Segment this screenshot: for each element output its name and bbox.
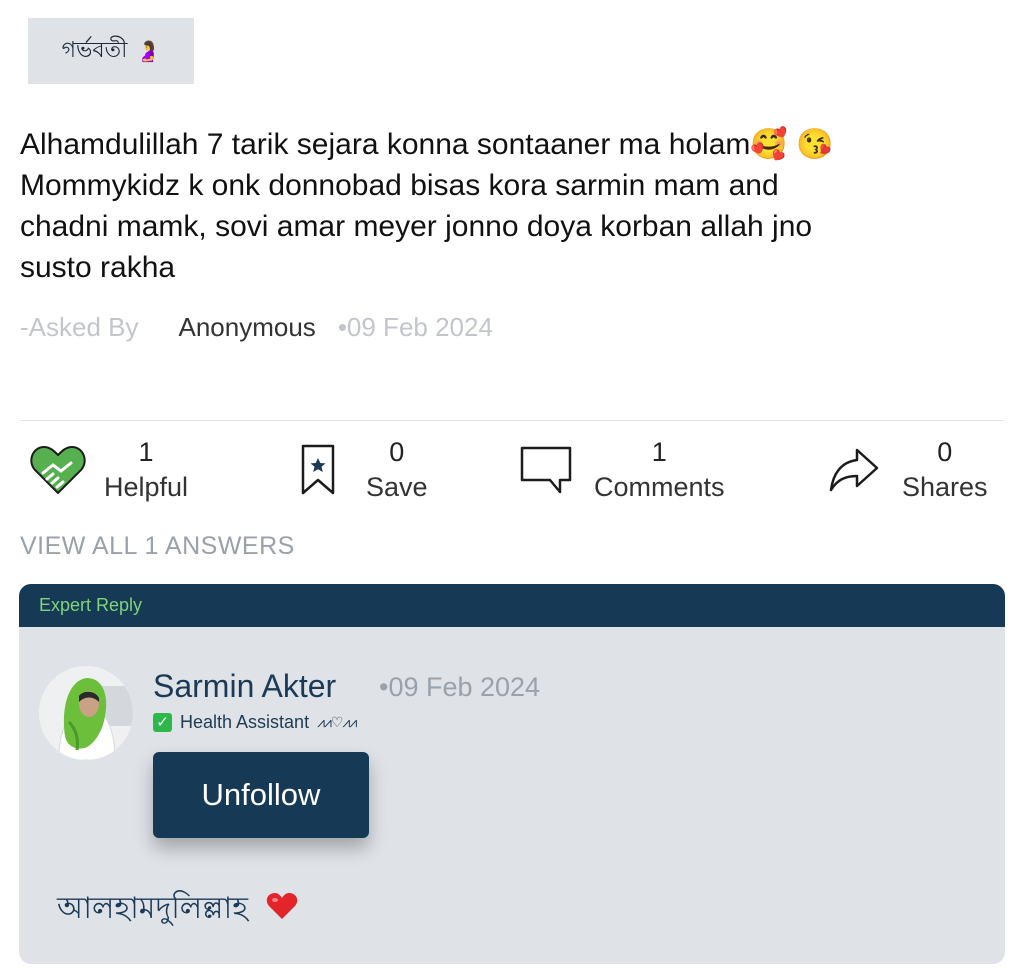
handshake-heart-icon [28,440,88,500]
comments-count: 1 [651,437,667,467]
red-heart-icon [266,891,298,929]
save-count: 0 [389,437,405,467]
post-line: chadni mamk, sovi amar meyer jonno doya … [20,210,813,243]
post-line: Alhamdulillah 7 tarik sejara konna sonta… [20,128,834,161]
helpful-button[interactable]: 1 Helpful [28,430,188,510]
post-body: Alhamdulillah 7 tarik sejara konna sonta… [20,124,1000,288]
author-name[interactable]: Anonymous [179,312,316,343]
heartbeat-decoration: ⩘⩘♡⩘⩘ [317,714,357,731]
post-date: •09 Feb 2024 [337,311,493,342]
save-label: Save [366,472,428,502]
helpful-count: 1 [138,437,154,467]
pregnant-emoji-icon: 🤰 [135,39,161,63]
expert-reply-card: Expert Reply Sarmin Akter •09 Feb 2024 ✓… [19,584,1005,964]
unfollow-button[interactable]: Unfollow [153,752,369,838]
divider [20,420,1004,421]
helpful-label: Helpful [104,472,189,502]
expert-answer: আলহামদুলিল্লাহ [57,884,298,935]
expert-role: ✓ Health Assistant ⩘⩘♡⩘⩘ [153,712,357,733]
expert-role-label: Health Assistant [180,712,310,732]
share-button[interactable]: 0 Shares [824,430,988,510]
bookmark-star-icon [288,440,348,500]
post-line: susto rakha [20,251,176,284]
comment-bubble-icon [516,440,576,500]
shares-count: 0 [937,437,953,467]
share-arrow-icon [824,440,884,500]
save-button[interactable]: 0 Save [288,430,428,510]
comments-label: Comments [594,472,725,502]
view-all-answers-link[interactable]: VIEW ALL 1 ANSWERS [20,532,295,561]
expert-reply-header: Expert Reply [19,584,1005,627]
shares-label: Shares [902,472,988,502]
expert-name[interactable]: Sarmin Akter [153,668,336,705]
expert-answer-text: আলহামদুলিল্লাহ [57,891,248,926]
verified-check-icon: ✓ [153,713,172,732]
action-bar: 1 Helpful 0 Save 1 Comments 0 Shares [0,430,1024,510]
comments-button[interactable]: 1 Comments [516,430,725,510]
category-tag[interactable]: গর্ভবতী 🤰 [28,18,194,84]
expert-reply-date: •09 Feb 2024 [379,672,541,702]
avatar[interactable] [39,666,133,760]
post-meta: -Asked By Anonymous •09 Feb 2024 [20,310,493,344]
asked-by-label: -Asked By [20,311,139,342]
post-line: Mommykidz k onk donnobad bisas kora sarm… [20,169,779,202]
category-tag-label: গর্ভবতী [61,37,128,63]
